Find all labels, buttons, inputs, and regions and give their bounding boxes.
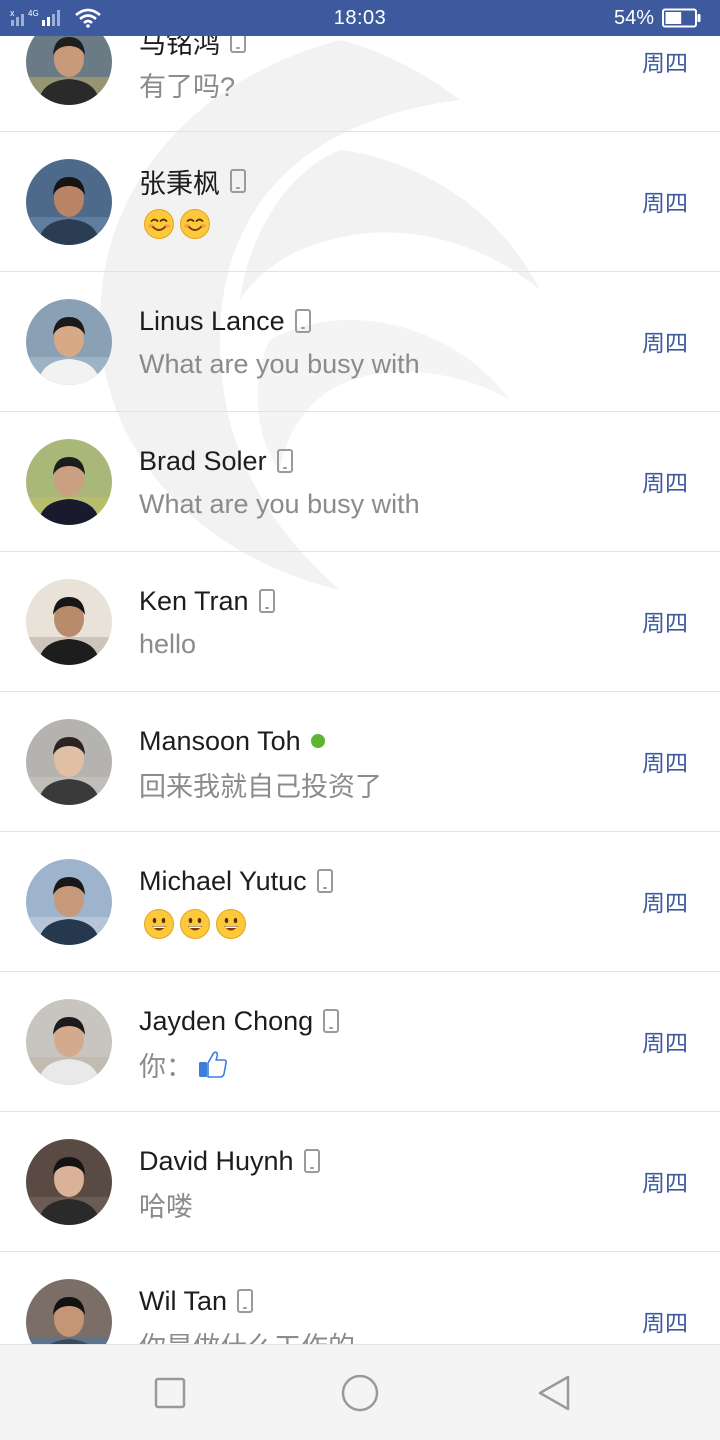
mobile-phone-icon <box>294 309 311 333</box>
contact-name: Brad Soler <box>139 445 267 476</box>
message-preview: What are you busy with <box>139 344 420 384</box>
mobile-phone-icon <box>230 169 246 193</box>
avatar[interactable] <box>26 159 112 245</box>
avatar[interactable] <box>26 439 112 525</box>
message-preview: 你是做什么工作的 <box>139 1324 355 1345</box>
message-day: 周四 <box>642 890 688 916</box>
signal-icon: x 4G <box>10 8 60 26</box>
message-day: 周四 <box>642 1170 688 1196</box>
svg-text:4G: 4G <box>28 9 39 18</box>
avatar[interactable] <box>26 299 112 385</box>
contact-name: Ken Tran <box>139 585 249 616</box>
conversation-row[interactable]: Brad Soler What are you busy with 周四 <box>0 412 720 552</box>
contact-name: 张秉枫 <box>139 168 220 199</box>
battery-percent: 54% <box>613 6 654 29</box>
circle-home-icon[interactable] <box>340 1373 380 1413</box>
avatar[interactable] <box>26 1139 112 1225</box>
message-text: 你： <box>139 1051 193 1082</box>
grinning-emoji-icon <box>180 909 210 939</box>
message-text: 有了吗? <box>139 71 236 102</box>
avatar[interactable] <box>26 719 112 805</box>
message-preview: What are you busy with <box>139 484 420 524</box>
message-preview <box>139 204 211 244</box>
conversation-row[interactable]: 张秉枫周四 <box>0 132 720 272</box>
conversation-row[interactable]: Linus Lance What are you busy with 周四 <box>0 272 720 412</box>
triangle-back-icon[interactable] <box>534 1373 574 1413</box>
message-day: 周四 <box>642 190 688 216</box>
message-preview: 哈喽 <box>139 1184 193 1224</box>
status-time: 18:03 <box>333 7 387 29</box>
message-preview: hello <box>139 624 196 664</box>
status-bar: x 4G 18:03 54% <box>0 0 720 36</box>
message-preview: 回来我就自己投资了 <box>139 764 382 804</box>
grinning-emoji-icon <box>216 909 246 939</box>
conversation-row[interactable]: Wil Tan 你是做什么工作的 周四 <box>0 1252 720 1344</box>
online-status-dot <box>310 734 325 748</box>
navigation-bar <box>0 1344 720 1440</box>
smiling-blush-emoji-icon <box>180 209 210 239</box>
message-day: 周四 <box>642 1310 688 1336</box>
avatar[interactable] <box>26 999 112 1085</box>
contact-name: Michael Yutuc <box>139 865 307 896</box>
message-day: 周四 <box>642 470 688 496</box>
message-preview <box>139 904 247 944</box>
message-text: What are you busy with <box>139 348 420 379</box>
smiling-blush-emoji-icon <box>144 209 174 239</box>
mobile-phone-icon <box>316 869 333 893</box>
message-text: 回来我就自己投资了 <box>139 771 382 802</box>
svg-text:x: x <box>10 8 15 18</box>
contact-name: Linus Lance <box>139 305 285 336</box>
mobile-phone-icon <box>303 1149 320 1173</box>
square-icon[interactable] <box>150 1373 190 1413</box>
wifi-icon <box>75 8 101 28</box>
conversation-row[interactable]: David Huynh 哈喽 周四 <box>0 1112 720 1252</box>
avatar[interactable] <box>26 579 112 665</box>
message-day: 周四 <box>642 750 688 776</box>
battery-icon <box>662 8 701 28</box>
message-preview: 有了吗? <box>139 64 235 104</box>
conversation-list[interactable]: 马铭鸿 有了吗? 周四 张秉枫 周四 Linus Lance What are you bu… <box>0 0 720 1344</box>
conversation-row[interactable]: Mansoon Toh 回来我就自己投资了 周四 <box>0 692 720 832</box>
grinning-emoji-icon <box>144 909 174 939</box>
conversation-row[interactable]: Michael Yutuc 周四 <box>0 832 720 972</box>
contact-name: Jayden Chong <box>139 1005 314 1036</box>
conversation-row[interactable]: Ken Tran hello 周四 <box>0 552 720 692</box>
message-day: 周四 <box>642 1030 688 1056</box>
message-text: 你是做什么工作的 <box>139 1325 355 1345</box>
avatar[interactable] <box>26 859 112 945</box>
message-text: What are you busy with <box>139 488 420 519</box>
avatar[interactable] <box>26 1279 112 1344</box>
contact-name: David Huynh <box>139 1145 294 1176</box>
message-preview: 你： <box>139 1044 229 1084</box>
message-day: 周四 <box>642 330 688 356</box>
mobile-phone-icon <box>258 589 275 613</box>
contact-name: Wil Tan <box>139 1285 228 1316</box>
message-text: 哈喽 <box>139 1191 193 1222</box>
thumbs-up-icon <box>199 1051 228 1078</box>
message-day: 周四 <box>642 50 688 76</box>
contact-name: Mansoon Toh <box>139 725 301 756</box>
mobile-phone-icon <box>276 449 293 473</box>
message-day: 周四 <box>642 610 688 636</box>
conversation-row[interactable]: Jayden Chong 你： 周四 <box>0 972 720 1112</box>
message-text: hello <box>139 628 197 659</box>
mobile-phone-icon <box>323 1009 340 1033</box>
mobile-phone-icon <box>237 1289 254 1313</box>
